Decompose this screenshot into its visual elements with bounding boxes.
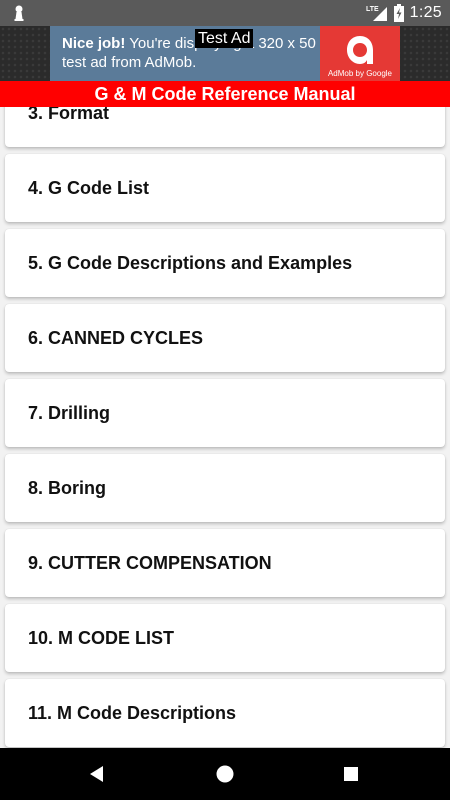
status-icons: LTE 1:25 [366, 0, 442, 26]
list-item-label: 6. CANNED CYCLES [28, 328, 204, 348]
recents-button[interactable] [321, 748, 381, 800]
home-button[interactable] [195, 748, 255, 800]
status-time: 1:25 [409, 4, 442, 21]
home-circle-icon [216, 765, 234, 783]
recents-square-icon [344, 767, 358, 781]
list-item-label: 7. Drilling [28, 403, 111, 423]
list-item-label: 10. M CODE LIST [28, 628, 175, 648]
test-ad-label: Test Ad [195, 29, 254, 48]
ad-byline: AdMob by Google [327, 69, 393, 78]
ad-text: Nice job! You're displaying a 320 x 50 t… [62, 34, 317, 72]
list-item-label: 8. Boring [28, 478, 107, 498]
list-item-label: 4. G Code List [28, 178, 150, 198]
navigation-bar [0, 748, 450, 800]
list-item[interactable]: 5. G Code Descriptions and Examples [5, 229, 445, 297]
list-item[interactable]: 3. Format [5, 107, 445, 147]
list-item[interactable]: 9. CUTTER COMPENSATION [5, 529, 445, 597]
admob-logo-area: AdMob by Google [320, 26, 400, 81]
status-bar: LTE 1:25 [0, 0, 450, 26]
page-title: G & M Code Reference Manual [0, 81, 450, 107]
list-item-label: 9. CUTTER COMPENSATION [28, 553, 272, 573]
list-item-label: 11. M Code Descriptions [28, 703, 237, 723]
list-item-label: 5. G Code Descriptions and Examples [28, 253, 353, 273]
svg-text:LTE: LTE [366, 6, 379, 13]
back-triangle-icon [90, 766, 103, 782]
list-item-label: 3. Format [28, 107, 110, 123]
admob-logo-icon [347, 36, 373, 64]
chapter-list-items: 3. Format 4. G Code List 5. G Code Descr… [0, 107, 450, 748]
list-item[interactable]: 6. CANNED CYCLES [5, 304, 445, 372]
notification-icon [14, 5, 24, 21]
list-item[interactable]: 10. M CODE LIST [5, 604, 445, 672]
chapter-list[interactable]: 3. Format 4. G Code List 5. G Code Descr… [0, 107, 450, 748]
lte-signal-icon: LTE [366, 6, 387, 21]
back-button[interactable] [67, 748, 127, 800]
list-item[interactable]: 7. Drilling [5, 379, 445, 447]
list-item[interactable]: 11. M Code Descriptions [5, 679, 445, 747]
list-item[interactable]: 4. G Code List [5, 154, 445, 222]
battery-icon [393, 4, 404, 22]
ad-headline: Nice job! [62, 35, 126, 52]
list-item[interactable]: 8. Boring [5, 454, 445, 522]
